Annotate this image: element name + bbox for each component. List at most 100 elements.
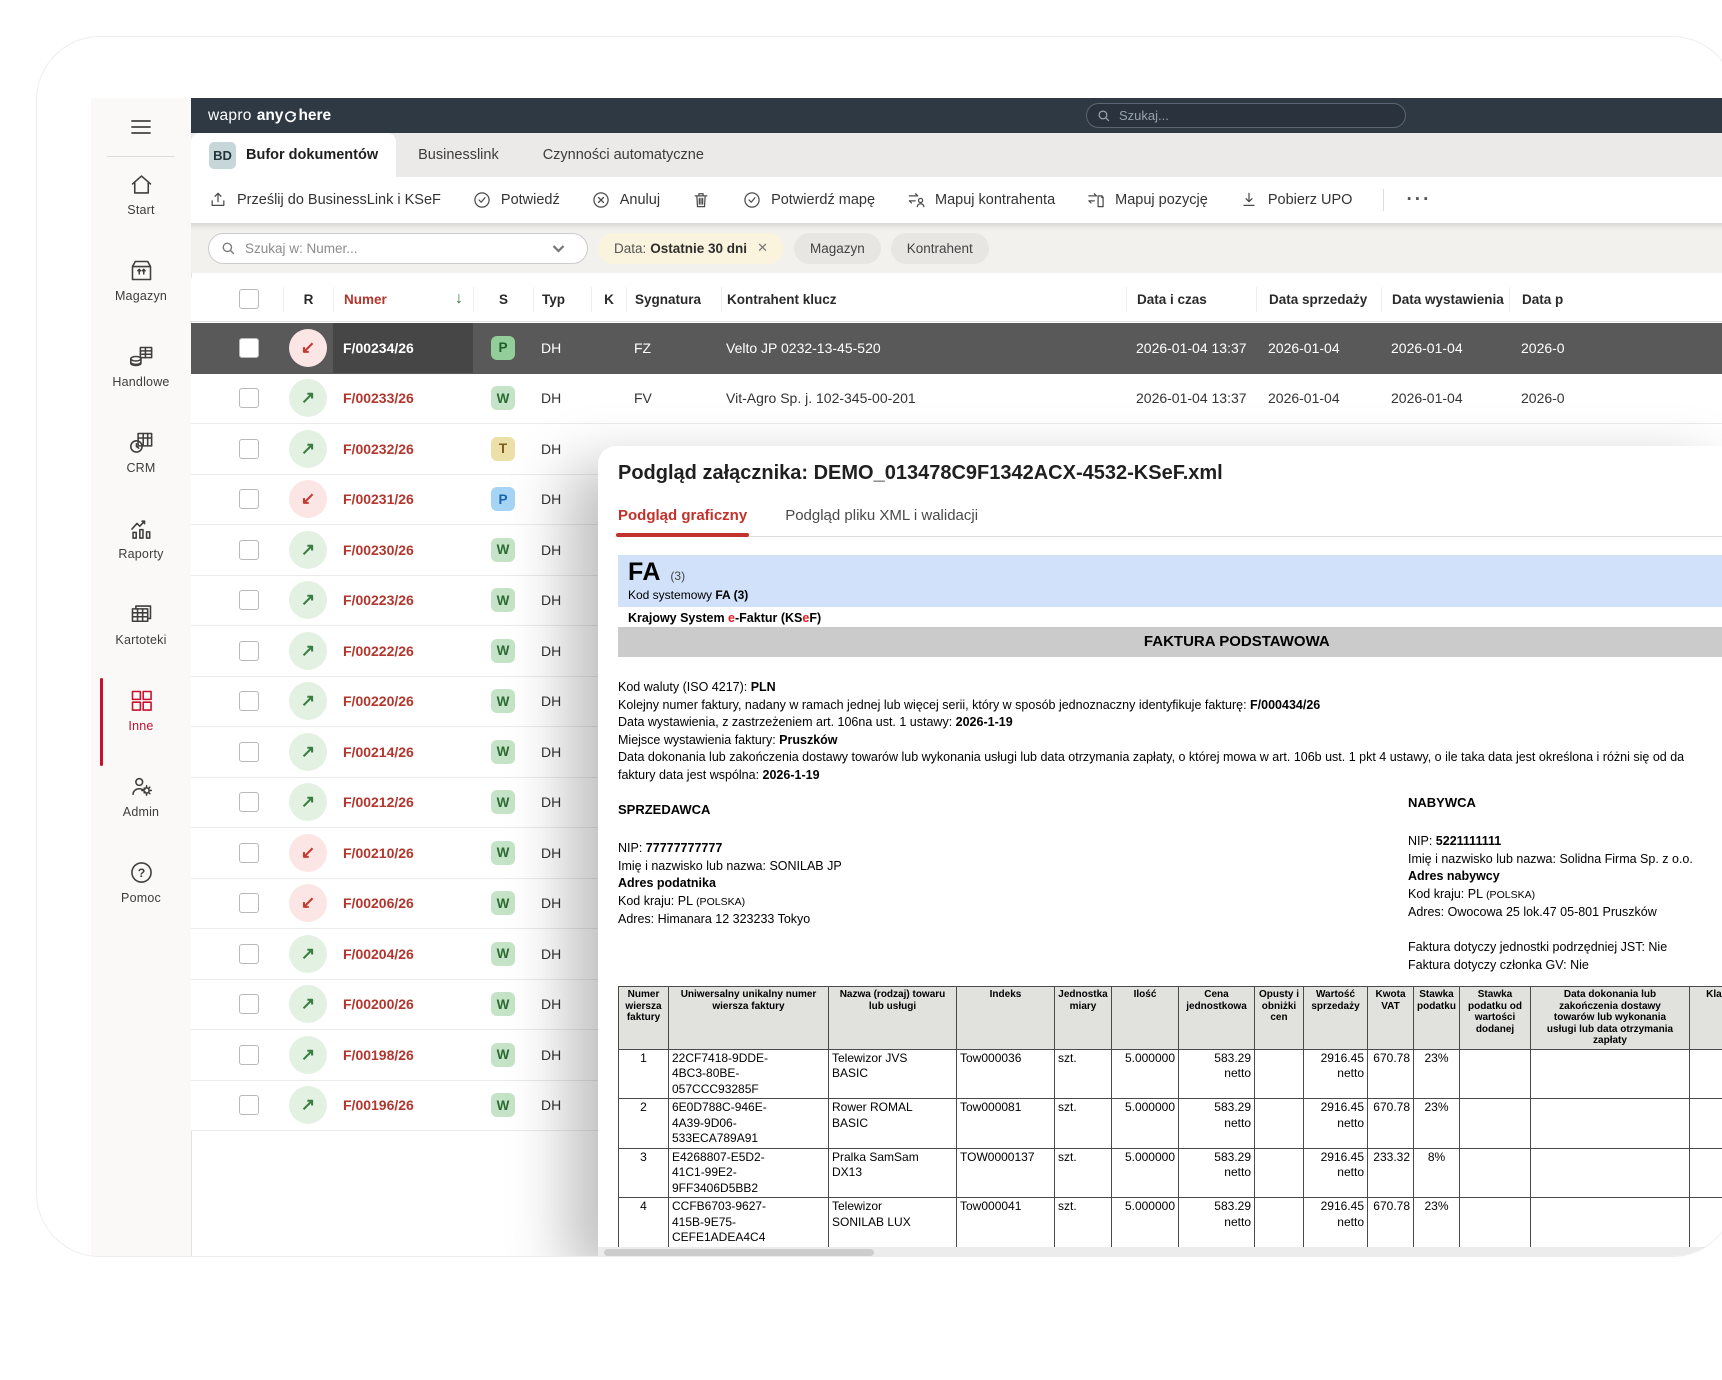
row-checkbox[interactable] xyxy=(239,691,259,711)
delete-button[interactable] xyxy=(691,190,711,210)
row-checkbox[interactable] xyxy=(239,489,259,509)
status-cell: W xyxy=(473,1043,533,1067)
items-column-header: Wartość sprzedaży xyxy=(1304,987,1368,1050)
invoice-item-cell xyxy=(1255,1198,1304,1248)
sidebar-item-label: Handlowe xyxy=(112,375,169,389)
doc-type: DH xyxy=(533,1047,591,1063)
select-all-cell xyxy=(191,287,283,313)
filter-chip-kontrahent[interactable]: Kontrahent xyxy=(891,233,989,264)
column-header-typ[interactable]: Typ xyxy=(533,287,591,313)
list-search[interactable] xyxy=(208,233,588,264)
row-checkbox[interactable] xyxy=(239,338,259,358)
help-icon: ? xyxy=(128,859,155,886)
sidebar-item-raporty[interactable]: Raporty xyxy=(91,515,191,587)
invoice-item-cell: szt. xyxy=(1055,1049,1112,1099)
items-column-header: Stawka podatku od wartości dodanej xyxy=(1460,987,1531,1050)
map-position-button[interactable]: Mapuj pozycję xyxy=(1086,190,1208,210)
sidebar-item-pomoc[interactable]: ? Pomoc xyxy=(91,859,191,931)
party-detail-line: Kod kraju: PL (POLSKA) xyxy=(1408,886,1722,905)
global-search-input[interactable] xyxy=(1119,108,1395,123)
confirm-button[interactable]: Potwiedź xyxy=(472,190,560,210)
status-badge: W xyxy=(491,740,515,764)
chevron-down-icon[interactable] xyxy=(551,241,566,256)
table-row[interactable]: ↙F/00234/26PDHFZVelto JP 0232-13-45-5202… xyxy=(191,323,1722,374)
row-checkbox[interactable] xyxy=(239,792,259,812)
row-checkbox[interactable] xyxy=(239,590,259,610)
logo-text-any: any xyxy=(257,107,284,125)
row-checkbox[interactable] xyxy=(239,944,259,964)
invoice-item-cell: 583.29 netto xyxy=(1179,1148,1255,1198)
fa-system-code: Kod systemowy FA (3) xyxy=(628,588,1722,602)
row-checkbox[interactable] xyxy=(239,1095,259,1115)
column-header-kontrahent[interactable]: Kontrahent klucz xyxy=(721,287,1126,313)
filter-chip-magazyn[interactable]: Magazyn xyxy=(794,233,881,264)
invoice-item-row: 122CF7418-9DDE- 4BC3-80BE- 057CCC93285FT… xyxy=(619,1049,1722,1099)
sidebar-item-kartoteki[interactable]: Kartoteki xyxy=(91,601,191,673)
sort-descending-icon[interactable]: ↓ xyxy=(455,290,463,308)
menu-button[interactable] xyxy=(91,98,191,156)
invoice-detail-line: Data dokonania lub zakończenia dostawy t… xyxy=(618,749,1722,767)
tab-bufor-dokumentow[interactable]: BD Bufor dokumentów xyxy=(191,133,396,177)
row-checkbox[interactable] xyxy=(239,540,259,560)
sidebar-item-admin[interactable]: Admin xyxy=(91,773,191,845)
column-header-data-i-czas[interactable]: Data i czas xyxy=(1126,287,1256,313)
invoice-item-cell: 670.78 xyxy=(1368,1049,1414,1099)
more-actions-button[interactable]: ··· xyxy=(1406,189,1431,211)
column-header-k[interactable]: K xyxy=(591,287,626,313)
party-detail-line: Adres: Owocowa 25 lok.47 05-801 Pruszków xyxy=(1408,904,1722,922)
row-checkbox[interactable] xyxy=(239,843,259,863)
scrollbar-thumb[interactable] xyxy=(604,1249,874,1256)
row-checkbox[interactable] xyxy=(239,742,259,762)
row-checkbox[interactable] xyxy=(239,641,259,661)
signature-cell: FV xyxy=(626,390,721,406)
sidebar-item-inne[interactable]: Inne xyxy=(91,687,191,759)
sidebar-item-handlowe[interactable]: Handlowe xyxy=(91,343,191,415)
download-icon xyxy=(1239,190,1259,210)
global-search[interactable] xyxy=(1086,103,1406,128)
confirm-map-button[interactable]: Potwierdź mapę xyxy=(742,190,875,210)
row-checkbox[interactable] xyxy=(239,893,259,913)
sidebar-item-crm[interactable]: CRM xyxy=(91,429,191,501)
select-all-checkbox[interactable] xyxy=(239,289,259,309)
row-checkbox[interactable] xyxy=(239,388,259,408)
status-cell: W xyxy=(473,588,533,612)
filter-chip-date[interactable]: Data: Ostatnie 30 dni ✕ xyxy=(598,233,784,264)
table-row[interactable]: ↗F/00233/26WDHFVVit-Agro Sp. j. 102-345-… xyxy=(191,374,1722,425)
invoice-item-cell xyxy=(1255,1049,1304,1099)
hamburger-icon xyxy=(130,119,152,135)
row-checkbox[interactable] xyxy=(239,1045,259,1065)
extra-date-cell: 2026-0 xyxy=(1509,340,1722,356)
horizontal-scrollbar[interactable] xyxy=(598,1247,1722,1257)
svg-text:?: ? xyxy=(137,866,145,880)
row-checkbox-cell xyxy=(191,388,283,408)
status-cell: W xyxy=(473,992,533,1016)
tab-podglad-xml-walidacji[interactable]: Podgląd pliku XML i walidacji xyxy=(785,507,978,524)
column-header-s[interactable]: S xyxy=(473,287,533,313)
row-checkbox[interactable] xyxy=(239,439,259,459)
invoice-item-cell: 670.78 xyxy=(1368,1099,1414,1149)
sidebar-item-magazyn[interactable]: Magazyn xyxy=(91,257,191,329)
column-header-r[interactable]: R xyxy=(283,287,333,313)
cancel-button[interactable]: Anuluj xyxy=(591,190,660,210)
column-header-numer[interactable]: Numer ↓ xyxy=(333,287,473,313)
incoming-arrow-icon: ↙ xyxy=(289,884,327,922)
column-header-data-p[interactable]: Data p xyxy=(1509,287,1722,313)
tab-podglad-graficzny[interactable]: Podgląd graficzny xyxy=(618,507,747,524)
list-search-input[interactable] xyxy=(245,241,551,256)
topbar: wapro any here xyxy=(191,98,1722,133)
row-checkbox[interactable] xyxy=(239,994,259,1014)
tab-businesslink[interactable]: Businesslink xyxy=(396,133,521,177)
download-upo-button[interactable]: Pobierz UPO xyxy=(1239,190,1353,210)
column-header-data-sprzedazy[interactable]: Data sprzedaży xyxy=(1256,287,1381,313)
buyer-section: NABYWCA NIP: 5221111111Imię i nazwisko l… xyxy=(1408,795,1722,974)
column-header-data-wystawienia[interactable]: Data wystawienia xyxy=(1381,287,1509,313)
tab-czynnosci-automatyczne[interactable]: Czynności automatyczne xyxy=(521,133,726,177)
close-icon[interactable]: ✕ xyxy=(757,240,768,256)
status-badge: W xyxy=(491,942,515,966)
sidebar-item-label: CRM xyxy=(126,461,155,475)
send-to-businesslink-ksef-button[interactable]: Prześlij do BusinessLink i KSeF xyxy=(208,190,441,210)
sidebar-item-start[interactable]: Start xyxy=(91,171,191,243)
map-contractor-button[interactable]: Mapuj kontrahenta xyxy=(906,190,1055,210)
buyer-title: NABYWCA xyxy=(1408,795,1722,810)
column-header-sygnatura[interactable]: Sygnatura xyxy=(626,287,721,313)
